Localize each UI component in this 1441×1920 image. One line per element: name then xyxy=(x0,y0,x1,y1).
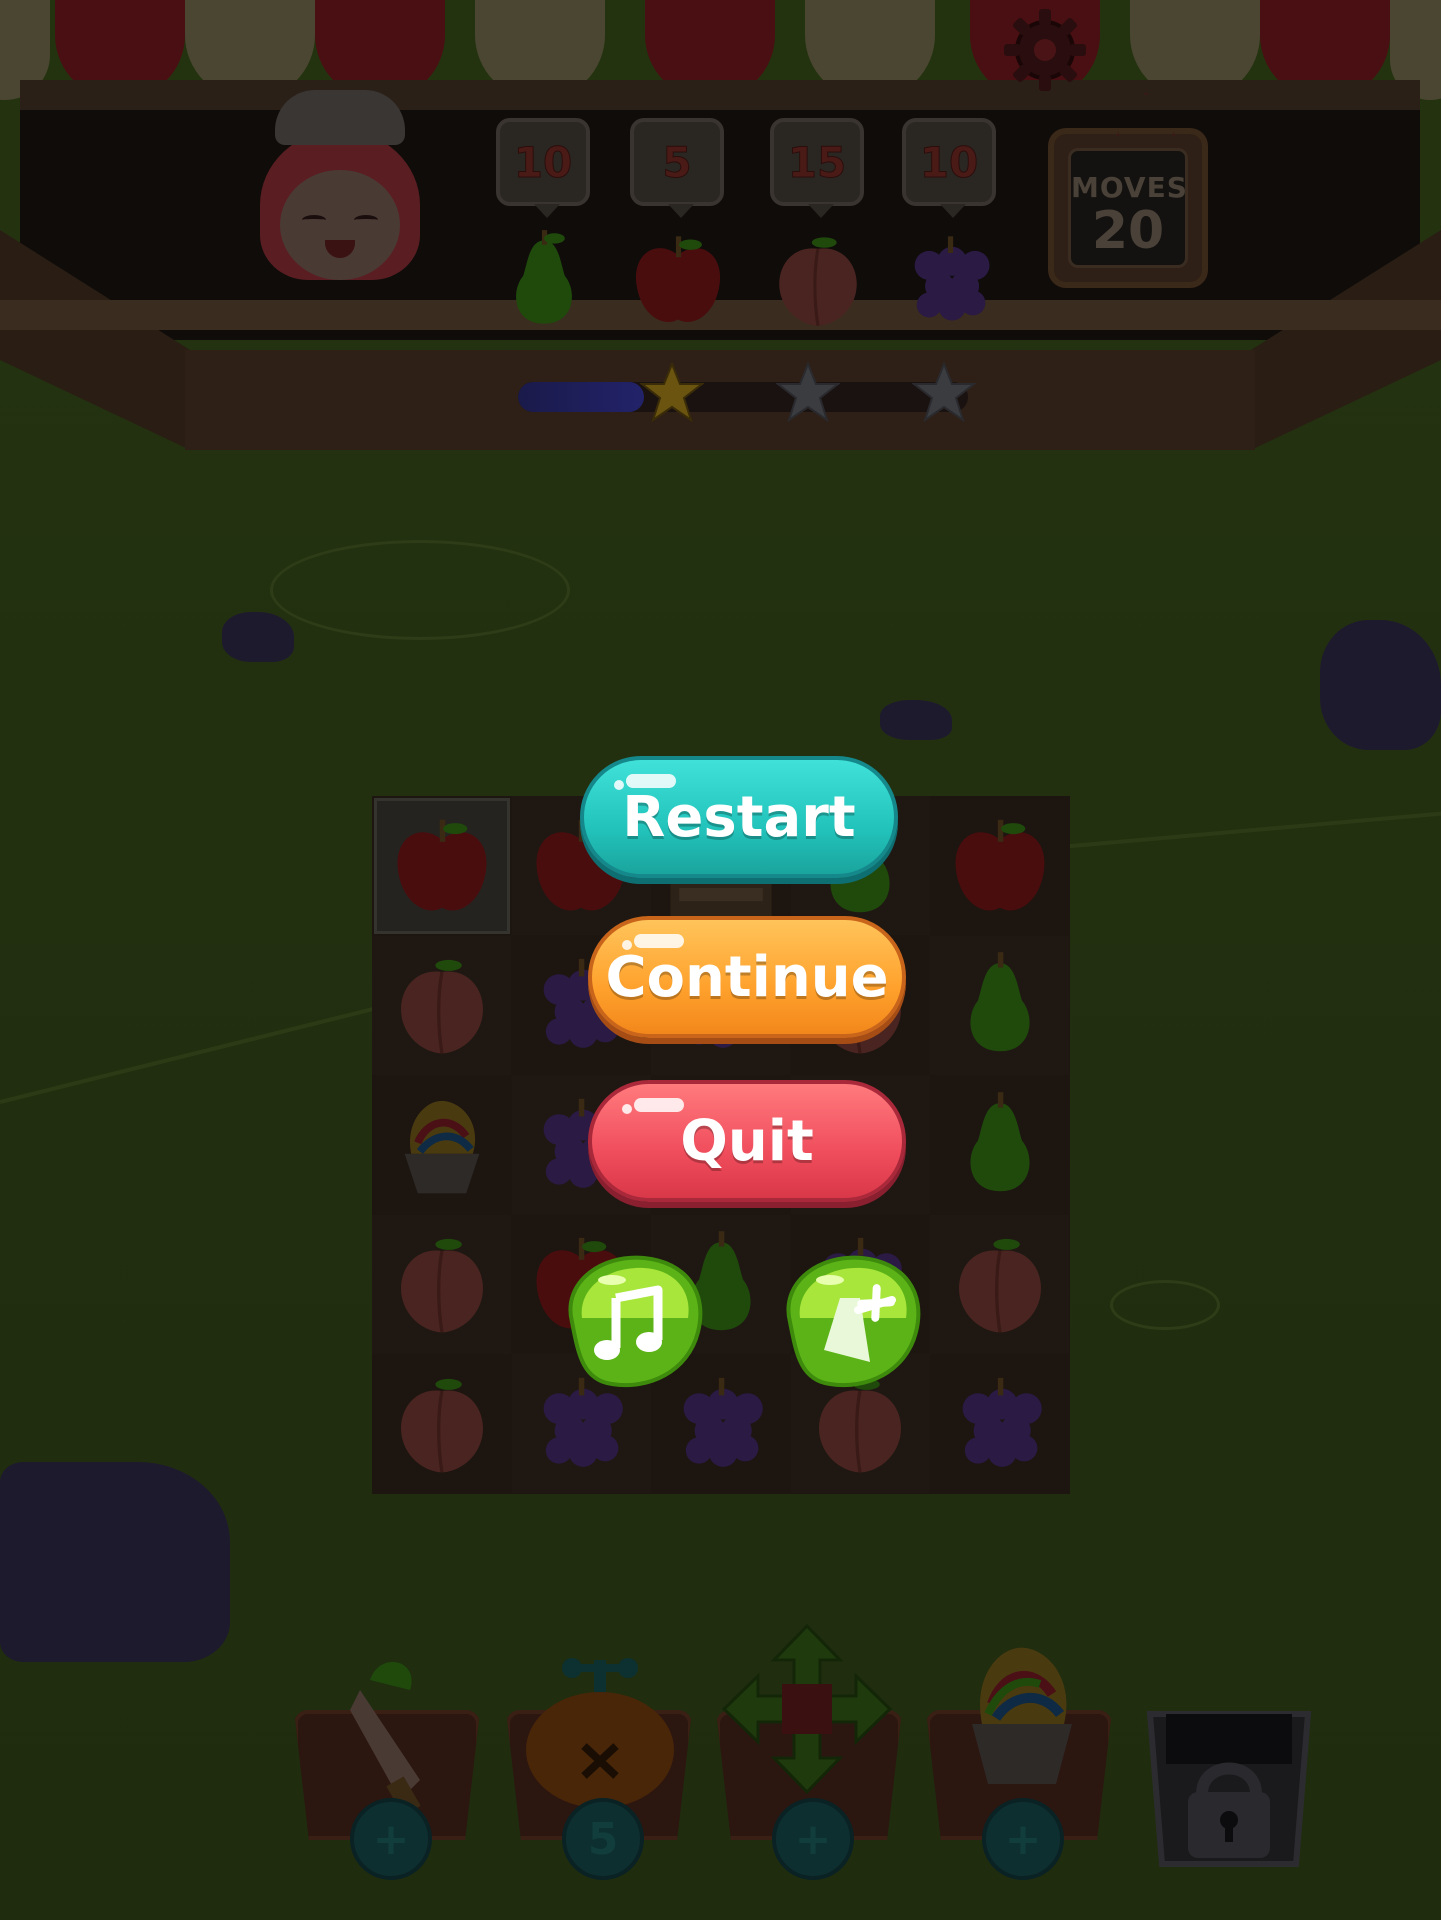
settings-gear-icon[interactable] xyxy=(1000,5,1090,95)
apple-icon xyxy=(397,819,486,910)
booster-locked xyxy=(1136,1684,1322,1869)
pear-icon xyxy=(970,952,1030,1052)
board-cell[interactable] xyxy=(372,796,511,935)
booster-badge: + xyxy=(350,1798,432,1880)
peach-icon xyxy=(400,1239,483,1333)
star-empty-icon xyxy=(776,362,840,422)
restart-label: Restart xyxy=(622,784,856,850)
score-progress-fill xyxy=(518,382,644,412)
grass-patch xyxy=(1110,1280,1220,1330)
goal-apple: 5 xyxy=(630,118,726,323)
goal-count-bubble: 10 xyxy=(902,118,996,218)
goal-peach: 15 xyxy=(770,118,866,327)
goal-count-bubble: 15 xyxy=(770,118,864,218)
goal-count-bubble: 5 xyxy=(630,118,724,218)
pear-icon xyxy=(970,1091,1030,1191)
pumpkin-bomb-icon xyxy=(526,1658,674,1808)
moves-board: MOVES 20 xyxy=(1048,92,1208,288)
moves-value: 20 xyxy=(1091,201,1165,261)
board-cell[interactable] xyxy=(930,796,1069,935)
peach-icon xyxy=(400,959,483,1054)
booster-carrot[interactable]: + xyxy=(294,1661,484,1880)
grass-patch xyxy=(270,540,570,640)
goal-grapes: 10 xyxy=(902,118,998,321)
shop-awning xyxy=(0,0,1441,100)
board-cell[interactable] xyxy=(930,1214,1070,1354)
goal-count: 10 xyxy=(513,137,573,187)
peach-icon xyxy=(958,1239,1041,1333)
board-cell[interactable] xyxy=(930,1075,1069,1214)
parfait-icon xyxy=(404,1100,479,1194)
goal-count: 10 xyxy=(919,137,979,187)
board-cell[interactable] xyxy=(372,1075,511,1214)
moves-label: MOVES xyxy=(1071,171,1188,204)
chef-girl-avatar xyxy=(230,90,450,305)
rock xyxy=(222,612,294,662)
grapes-icon xyxy=(914,236,990,321)
apple-icon xyxy=(955,819,1045,910)
star-empty-icon xyxy=(912,362,976,422)
field-path xyxy=(1059,811,1441,849)
board-cell[interactable] xyxy=(930,935,1070,1075)
goal-count: 15 xyxy=(787,137,847,187)
cross-arrows-icon xyxy=(722,1624,892,1794)
restart-button[interactable]: Restart xyxy=(580,756,898,878)
board-cell[interactable] xyxy=(372,1214,511,1354)
rock xyxy=(880,700,952,740)
booster-cross-arrows[interactable]: + xyxy=(716,1624,906,1880)
quit-button[interactable]: Quit xyxy=(588,1080,906,1202)
peach-icon xyxy=(779,237,857,327)
big-rock xyxy=(0,1462,230,1662)
booster-badge: + xyxy=(772,1798,854,1880)
parfait-icon xyxy=(972,1647,1072,1784)
continue-label: Continue xyxy=(605,944,889,1010)
star-earned-icon xyxy=(640,362,704,422)
pear-icon xyxy=(516,230,572,324)
board-cell[interactable] xyxy=(372,1354,511,1493)
speaker-plus-icon xyxy=(786,1255,921,1388)
grapes-icon xyxy=(962,1377,1042,1467)
music-note-icon xyxy=(568,1255,703,1388)
goal-pear: 10 xyxy=(496,118,592,324)
carrot-icon xyxy=(350,1661,421,1816)
sound-toggle-button[interactable] xyxy=(770,1252,930,1392)
booster-badge: + xyxy=(982,1798,1064,1880)
booster-pumpkin-bomb[interactable]: 5 xyxy=(506,1658,696,1880)
rock xyxy=(1320,620,1441,750)
board-cell[interactable] xyxy=(930,1354,1069,1493)
quit-label: Quit xyxy=(680,1108,814,1174)
booster-badge: 5 xyxy=(562,1798,644,1880)
lock-icon xyxy=(1146,1711,1312,1867)
apple-icon xyxy=(635,236,721,323)
score-progress-bar xyxy=(518,382,968,412)
goal-count: 5 xyxy=(662,137,692,187)
continue-button[interactable]: Continue xyxy=(588,916,906,1038)
booster-parfait[interactable]: + xyxy=(926,1647,1116,1880)
board-cell[interactable] xyxy=(372,935,511,1075)
peach-icon xyxy=(400,1378,483,1473)
music-toggle-button[interactable] xyxy=(552,1252,712,1392)
goal-count-bubble: 10 xyxy=(496,118,590,218)
